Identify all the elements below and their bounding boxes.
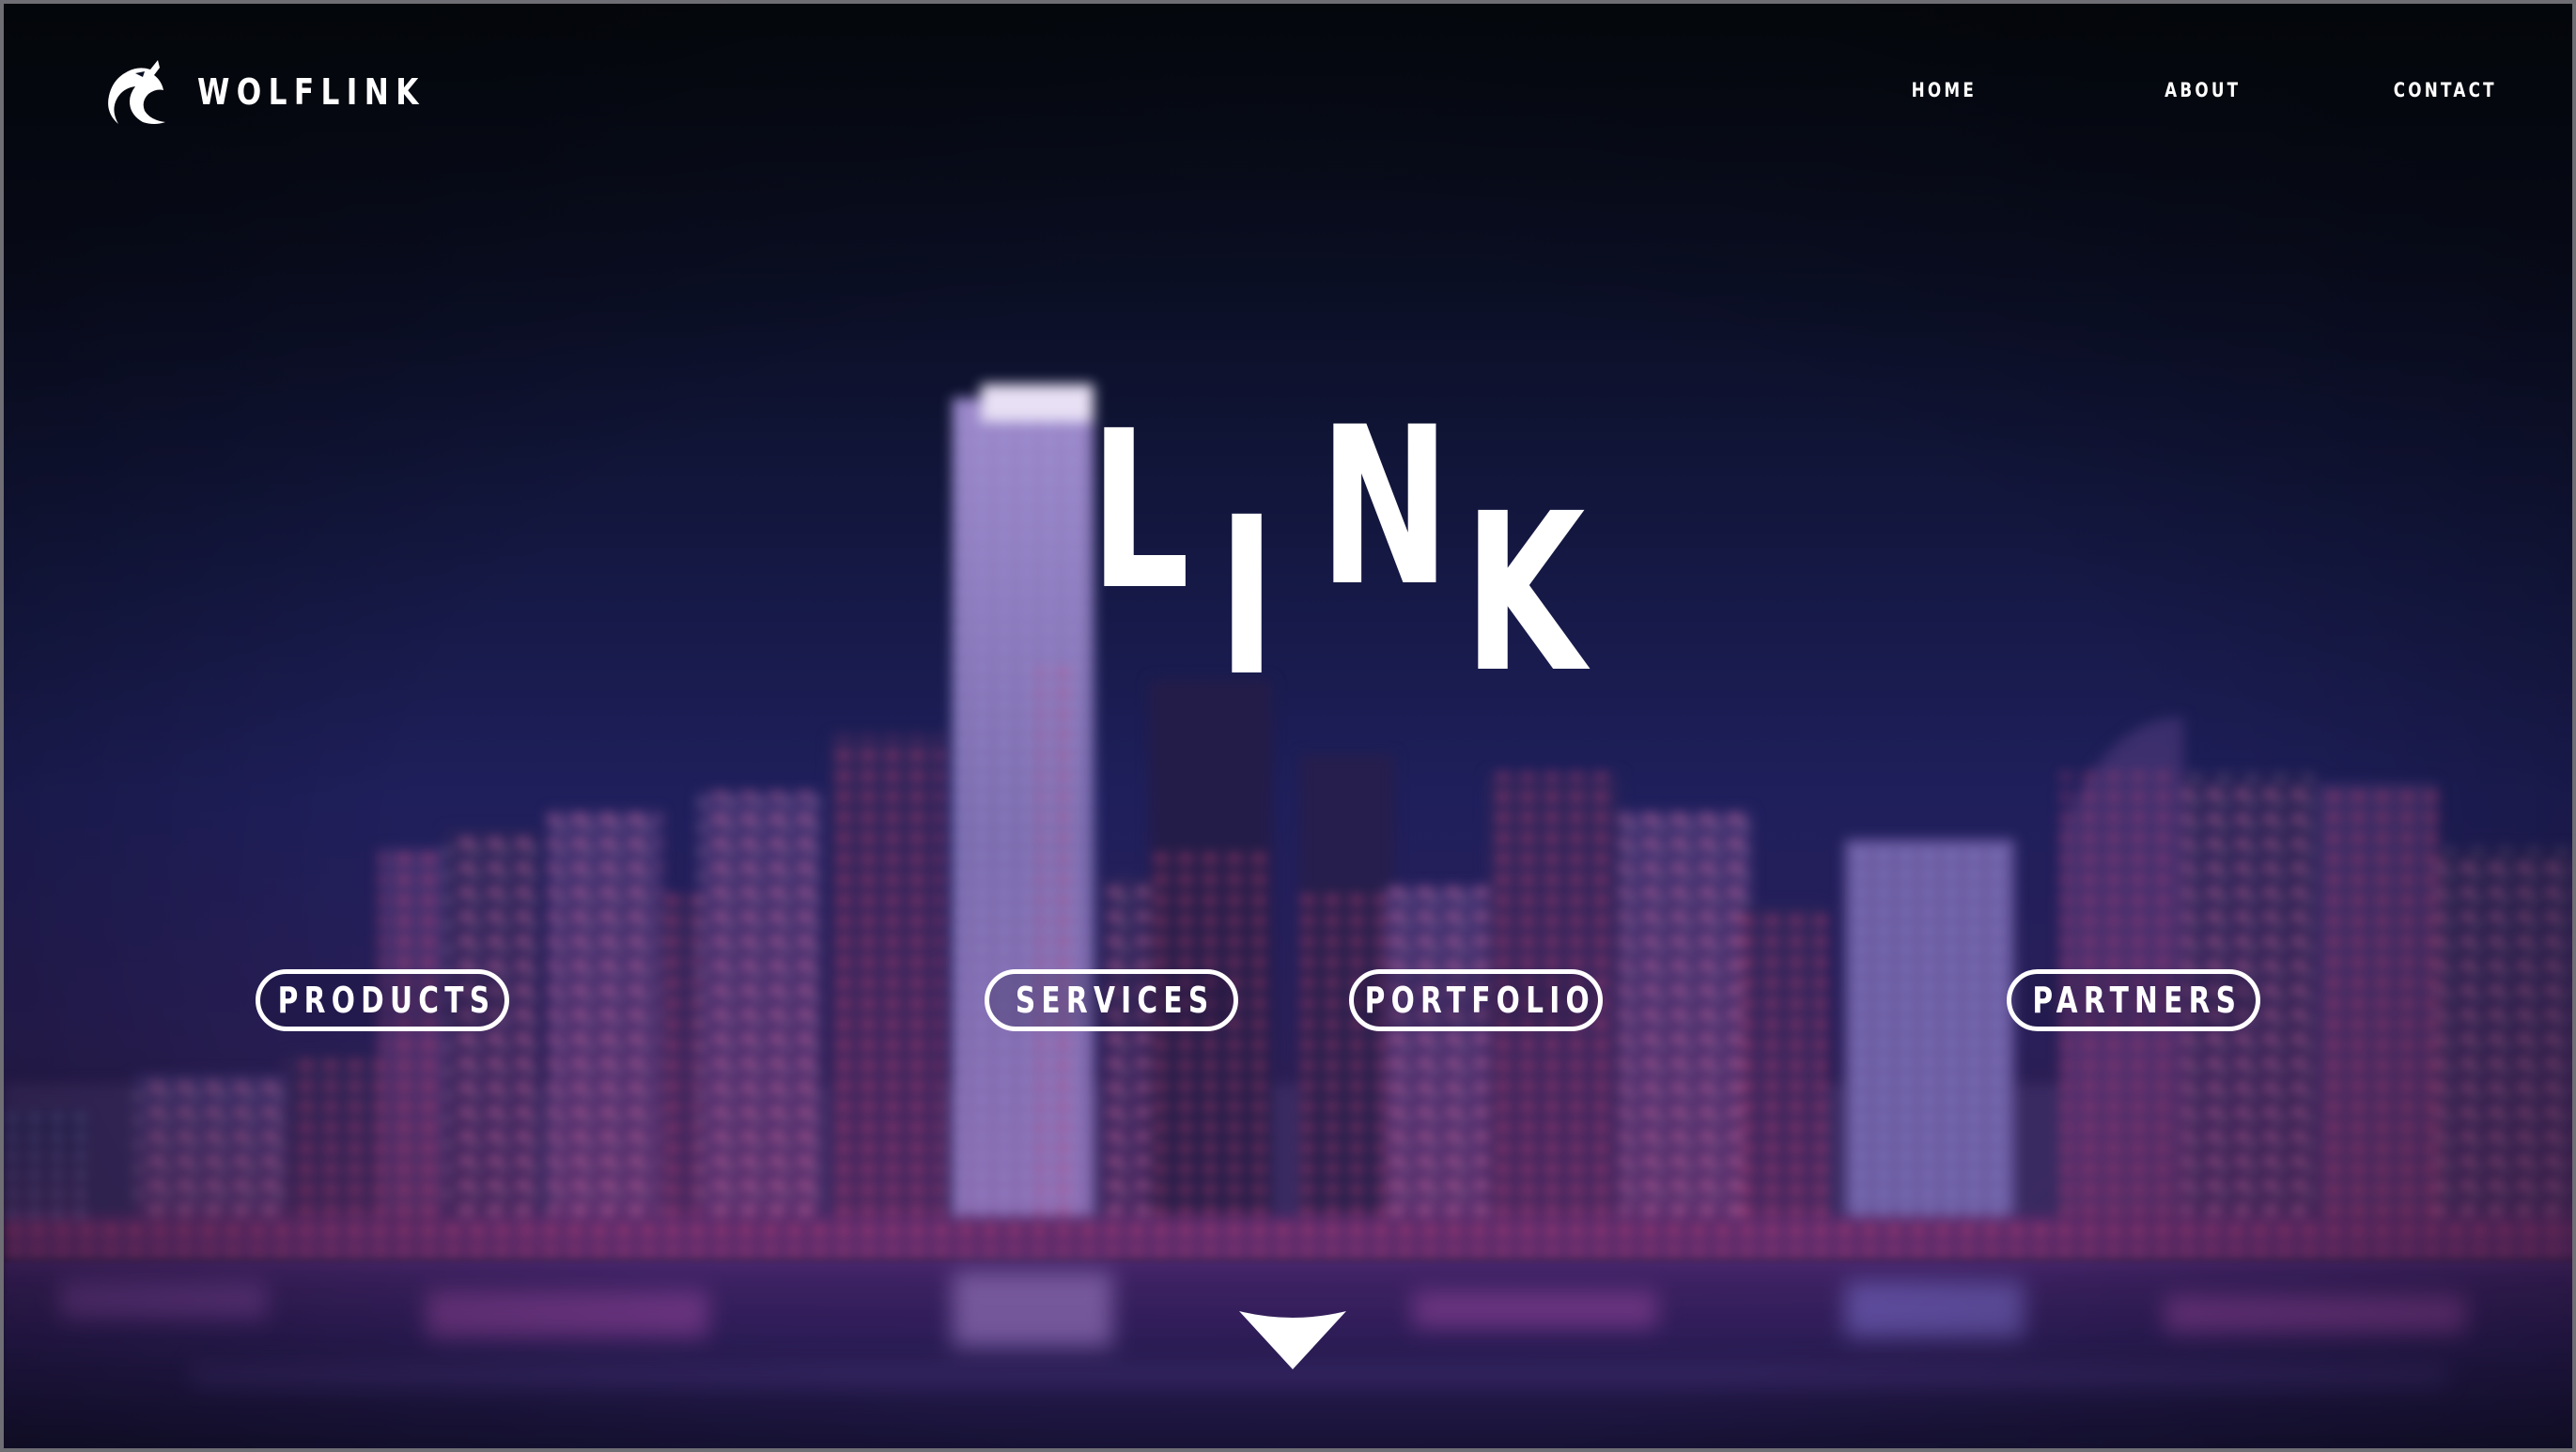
partners-button-label: PARTNERS bbox=[2032, 980, 2242, 1021]
hero-letter-i: I bbox=[1218, 471, 1277, 724]
nav-home[interactable]: HOME bbox=[1912, 81, 1977, 100]
services-button-label: SERVICES bbox=[1016, 980, 1215, 1021]
partners-button[interactable]: PARTNERS bbox=[2007, 969, 2260, 1031]
products-button-label: PRODUCTS bbox=[277, 980, 495, 1021]
wolf-head-icon bbox=[108, 60, 165, 124]
hero-letter-k: K bbox=[1464, 467, 1586, 720]
city-skyline-background bbox=[4, 384, 2572, 1279]
site-header: WOLFLINK HOME ABOUT CONTACT bbox=[4, 4, 2572, 192]
products-button[interactable]: PRODUCTS bbox=[256, 969, 509, 1031]
nav-contact[interactable]: CONTACT bbox=[2394, 81, 2497, 100]
hero-letter-n: N bbox=[1319, 380, 1451, 634]
portfolio-button[interactable]: PORTFOLIO bbox=[1349, 969, 1603, 1031]
portfolio-button-label: PORTFOLIO bbox=[1364, 980, 1595, 1021]
hero-letter-l: L bbox=[1090, 384, 1190, 638]
nav-about[interactable]: ABOUT bbox=[2165, 81, 2241, 100]
services-button[interactable]: SERVICES bbox=[985, 969, 1238, 1031]
page: WOLFLINK HOME ABOUT CONTACT L I N K PROD… bbox=[0, 0, 2576, 1452]
logo-text: WOLFLINK bbox=[197, 71, 426, 113]
logo-link[interactable]: WOLFLINK bbox=[101, 56, 475, 128]
chevron-down-icon[interactable] bbox=[1239, 1311, 1346, 1369]
